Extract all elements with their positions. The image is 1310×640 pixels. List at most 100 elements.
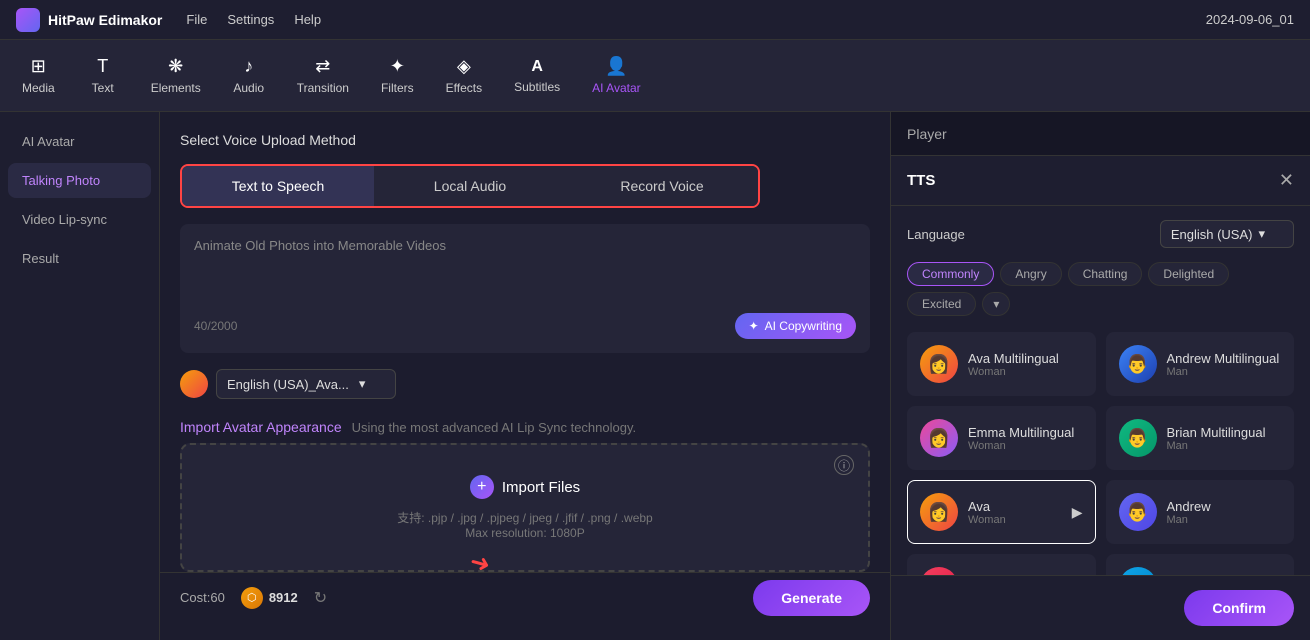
import-section-title: Import Avatar Appearance Using the most … (180, 419, 870, 435)
effects-icon: ◈ (457, 56, 471, 77)
voice-card-emma-multilingual[interactable]: 👩 Emma Multilingual Woman (907, 406, 1096, 470)
voice-grid: 👩 Ava Multilingual Woman 👨 Andrew Multil… (907, 332, 1294, 575)
voice-avatar-ava-multilingual: 👩 (920, 345, 958, 383)
text-hint: Animate Old Photos into Memorable Videos (194, 238, 856, 253)
mood-tag-chatting[interactable]: Chatting (1068, 262, 1143, 286)
app-name: HitPaw Edimakor (48, 12, 162, 28)
voice-type-andrew: Man (1167, 514, 1282, 526)
language-chevron-icon: ▾ (1258, 226, 1265, 242)
mood-tag-angry[interactable]: Angry (1000, 262, 1061, 286)
mood-tag-commonly[interactable]: Commonly (907, 262, 994, 286)
tab-text-to-speech[interactable]: Text to Speech (182, 166, 374, 206)
toolbar-effects[interactable]: ◈ Effects (432, 48, 496, 103)
selected-voice-avatar (180, 370, 208, 398)
import-files-button[interactable]: + Import Files (470, 475, 580, 499)
voice-name-emma-multilingual: Emma Multilingual (968, 425, 1083, 440)
voice-type-brian-multilingual: Man (1167, 440, 1282, 452)
voice-avatar-emma: 👩 (920, 567, 958, 575)
text-icon: T (97, 56, 108, 77)
toolbar-subtitles[interactable]: A Subtitles (500, 50, 574, 102)
coin-amount: 8912 (269, 590, 298, 605)
tts-panel-header: TTS ✕ (891, 156, 1310, 206)
toolbar-audio[interactable]: ♪ Audio (219, 48, 279, 103)
menu-bar: File Settings Help (186, 12, 1205, 27)
mood-tag-more[interactable]: ▾ (982, 292, 1010, 316)
voice-avatar-andrew-multilingual: 👨 (1119, 345, 1157, 383)
voice-dropdown[interactable]: English (USA)_Ava... ▾ (216, 369, 396, 399)
toolbar-filters-label: Filters (381, 81, 414, 95)
sidebar-item-result[interactable]: Result (8, 241, 151, 276)
toolbar-subtitles-label: Subtitles (514, 80, 560, 94)
menu-settings[interactable]: Settings (227, 12, 274, 27)
refresh-icon[interactable]: ↻ (314, 588, 327, 608)
play-icon[interactable]: ▶ (1072, 504, 1083, 521)
toolbar-audio-label: Audio (233, 81, 264, 95)
menu-file[interactable]: File (186, 12, 207, 27)
main-layout: AI Avatar Talking Photo Video Lip-sync R… (0, 112, 1310, 640)
sidebar-item-talking-photo[interactable]: Talking Photo (8, 163, 151, 198)
tts-panel-title: TTS (907, 172, 935, 189)
info-icon[interactable]: ⓘ (834, 455, 854, 475)
char-count: 40/2000 (194, 319, 237, 333)
tab-record-voice[interactable]: Record Voice (566, 166, 758, 206)
voice-type-andrew-multilingual: Man (1167, 366, 1282, 378)
voice-type-ava-multilingual: Woman (968, 366, 1083, 378)
import-section-subtitle: Using the most advanced AI Lip Sync tech… (352, 420, 636, 435)
confirm-area: Confirm (891, 575, 1310, 640)
filters-icon: ✦ (390, 56, 405, 77)
voice-name-ava: Ava (968, 499, 1062, 514)
coin-badge: ⬡ 8912 (241, 587, 298, 609)
voice-card-brian-multilingual[interactable]: 👨 Brian Multilingual Man (1106, 406, 1295, 470)
ai-avatar-icon: 👤 (605, 56, 627, 77)
ai-copywriting-button[interactable]: ✦ AI Copywriting (735, 313, 856, 339)
voice-card-brian[interactable]: 👨 Brian Man (1106, 554, 1295, 575)
voice-avatar-emma-multilingual: 👩 (920, 419, 958, 457)
tab-local-audio[interactable]: Local Audio (374, 166, 566, 206)
close-icon[interactable]: ✕ (1279, 170, 1294, 191)
voice-card-emma[interactable]: 👩 Emma Woman (907, 554, 1096, 575)
cost-label: Cost:60 (180, 590, 225, 605)
coin-icon: ⬡ (241, 587, 263, 609)
toolbar-ai-avatar-label: AI Avatar (592, 81, 640, 95)
dropdown-chevron-icon: ▾ (359, 376, 366, 392)
toolbar-ai-avatar[interactable]: 👤 AI Avatar (578, 48, 654, 103)
content-area: Select Voice Upload Method Text to Speec… (160, 112, 890, 640)
sidebar-item-video-lip-sync[interactable]: Video Lip-sync (8, 202, 151, 237)
tts-body: Language English (USA) ▾ Commonly Angry … (891, 206, 1310, 575)
voice-card-ava[interactable]: 👩 Ava Woman ▶ (907, 480, 1096, 544)
media-icon: ⊞ (31, 56, 46, 77)
voice-card-andrew-multilingual[interactable]: 👨 Andrew Multilingual Man (1106, 332, 1295, 396)
toolbar-elements[interactable]: ❋ Elements (137, 48, 215, 103)
mood-tag-excited[interactable]: Excited (907, 292, 976, 316)
menu-help[interactable]: Help (294, 12, 321, 27)
app-logo: HitPaw Edimakor (16, 8, 162, 32)
toolbar-text[interactable]: T Text (73, 48, 133, 103)
mood-tag-delighted[interactable]: Delighted (1148, 262, 1229, 286)
voice-name-emma: Emma (968, 573, 1083, 576)
transition-icon: ⇄ (315, 56, 330, 77)
voice-type-ava: Woman (968, 514, 1062, 526)
voice-name-brian: Brian (1167, 573, 1282, 576)
generate-button[interactable]: Generate (753, 580, 870, 616)
toolbar-transition[interactable]: ⇄ Transition (283, 48, 363, 103)
elements-icon: ❋ (168, 56, 183, 77)
voice-card-andrew[interactable]: 👨 Andrew Man (1106, 480, 1295, 544)
bottom-bar: Cost:60 ⬡ 8912 ↻ Generate ➜ (160, 572, 890, 622)
toolbar-filters[interactable]: ✦ Filters (367, 48, 428, 103)
toolbar-elements-label: Elements (151, 81, 201, 95)
sidebar-item-ai-avatar[interactable]: AI Avatar (8, 124, 151, 159)
voice-card-ava-multilingual[interactable]: 👩 Ava Multilingual Woman (907, 332, 1096, 396)
import-dropzone[interactable]: ⓘ + Import Files 支持: .pjp / .jpg / .pjpe… (180, 443, 870, 572)
confirm-button[interactable]: Confirm (1184, 590, 1294, 626)
text-area-footer: 40/2000 ✦ AI Copywriting (194, 313, 856, 339)
ai-sparkle-icon: ✦ (749, 319, 759, 333)
toolbar: ⊞ Media T Text ❋ Elements ♪ Audio ⇄ Tran… (0, 40, 1310, 112)
voice-avatar-ava: 👩 (920, 493, 958, 531)
toolbar-media[interactable]: ⊞ Media (8, 48, 69, 103)
voice-name-ava-multilingual: Ava Multilingual (968, 351, 1083, 366)
logo-icon (16, 8, 40, 32)
language-select[interactable]: English (USA) ▾ (1160, 220, 1294, 248)
voice-tabs: Text to Speech Local Audio Record Voice (180, 164, 760, 208)
import-plus-icon: + (470, 475, 494, 499)
sidebar: AI Avatar Talking Photo Video Lip-sync R… (0, 112, 160, 640)
